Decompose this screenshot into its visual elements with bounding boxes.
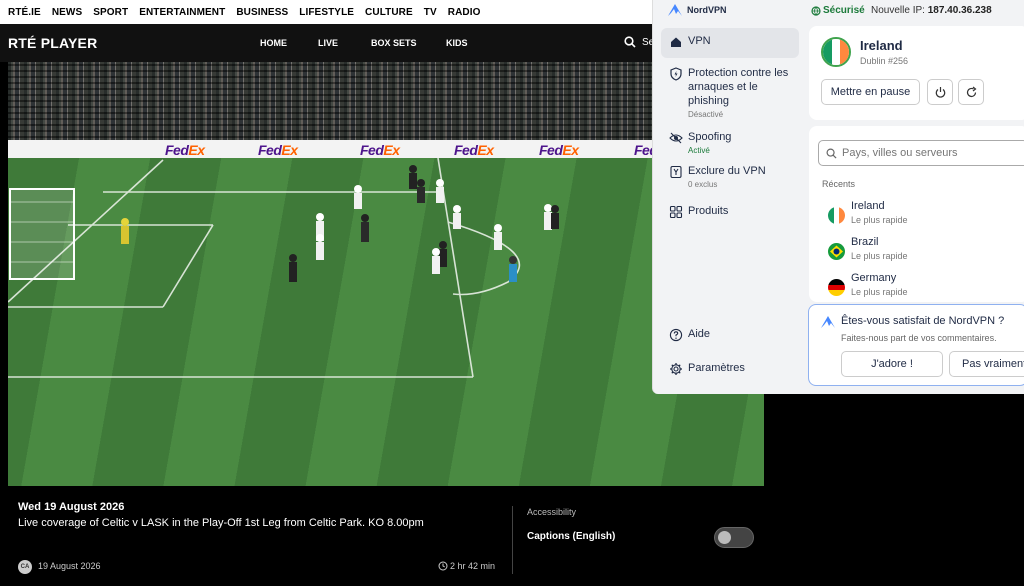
brazil-flag-icon bbox=[828, 243, 845, 260]
rte-player-logo[interactable]: RTÉ PLAYER bbox=[8, 35, 97, 51]
site-nav-lifestyle[interactable]: LIFESTYLE bbox=[299, 7, 354, 18]
site-nav-radio[interactable]: RADIO bbox=[448, 7, 481, 18]
site-nav-sport[interactable]: SPORT bbox=[93, 7, 128, 18]
aired-date: 19 August 2026 bbox=[38, 561, 101, 571]
recent-item-germany[interactable]: Germany Le plus rapide bbox=[828, 271, 1018, 301]
screen: RTÉ.IE NEWS SPORT ENTERTAINMENT BUSINESS… bbox=[0, 0, 1024, 586]
sidebar-item-help[interactable]: Aide bbox=[661, 321, 799, 347]
logo-rte: RTÉ bbox=[8, 35, 37, 51]
new-ip-value: 187.40.36.238 bbox=[927, 5, 992, 16]
site-nav-tv[interactable]: TV bbox=[424, 7, 437, 18]
site-nav-news[interactable]: NEWS bbox=[52, 7, 82, 18]
love-it-button[interactable]: J'adore ! bbox=[841, 351, 943, 377]
players bbox=[121, 165, 559, 282]
recents-heading: Récents bbox=[822, 179, 856, 189]
power-icon bbox=[935, 86, 945, 98]
nav-box-sets[interactable]: BOX SETS bbox=[371, 38, 417, 48]
shield-bolt-icon bbox=[670, 67, 682, 81]
recent-item-ireland[interactable]: Ireland Le plus rapide bbox=[828, 199, 1018, 229]
site-nav-business[interactable]: BUSINESS bbox=[236, 7, 288, 18]
recent-sub: Le plus rapide bbox=[851, 215, 908, 225]
not-really-button[interactable]: Pas vraiment bbox=[949, 351, 1024, 377]
player-search[interactable]: Se bbox=[624, 36, 654, 48]
germany-flag-icon bbox=[828, 279, 845, 296]
nav-live[interactable]: LIVE bbox=[318, 38, 338, 48]
nordvpn-mountain-icon bbox=[668, 4, 682, 16]
search-icon bbox=[624, 36, 636, 48]
programme-date: Wed 19 August 2026 bbox=[18, 501, 125, 513]
recent-sub: Le plus rapide bbox=[851, 251, 908, 261]
eye-off-icon bbox=[669, 132, 683, 144]
video-player[interactable]: FedEx FedEx FedEx FedEx FedEx FedEx bbox=[8, 62, 764, 486]
feedback-subtitle: Faites-nous part de vos commentaires. bbox=[841, 333, 997, 343]
feedback-title: Êtes-vous satisfait de NordVPN ? bbox=[841, 315, 1005, 327]
pause-button[interactable]: Mettre en pause bbox=[821, 79, 920, 105]
captions-toggle[interactable] bbox=[714, 527, 754, 548]
recent-country: Germany bbox=[851, 272, 897, 284]
connected-country: Ireland bbox=[860, 38, 903, 53]
sidebar-item-spoofing[interactable]: Spoofing Activé bbox=[661, 124, 799, 156]
gear-icon bbox=[670, 363, 682, 375]
divider bbox=[512, 506, 513, 574]
channel-avatar: CA bbox=[18, 560, 32, 574]
site-nav: RTÉ.IE NEWS SPORT ENTERTAINMENT BUSINESS… bbox=[0, 0, 652, 24]
sidebar-item-threat-protection[interactable]: Protection contre les arnaques et le phi… bbox=[661, 60, 799, 122]
pitch-markings bbox=[8, 157, 559, 378]
nordvpn-logo: NordVPN bbox=[667, 3, 727, 17]
sidebar-item-settings[interactable]: Paramètres bbox=[661, 355, 799, 381]
server-search-input[interactable] bbox=[842, 147, 1012, 159]
programme-description: Live coverage of Celtic v LASK in the Pl… bbox=[18, 517, 424, 529]
site-nav-entertainment[interactable]: ENTERTAINMENT bbox=[139, 7, 225, 18]
grid-icon bbox=[669, 205, 683, 219]
logo-player: PLAYER bbox=[40, 35, 98, 51]
duration-text: 2 hr 42 min bbox=[450, 561, 496, 571]
site-nav-culture[interactable]: CULTURE bbox=[365, 7, 413, 18]
ireland-flag-icon bbox=[828, 207, 845, 224]
nordvpn-mountain-icon bbox=[821, 316, 835, 328]
server-search[interactable] bbox=[818, 140, 1024, 166]
refresh-icon bbox=[966, 86, 976, 97]
recent-country: Ireland bbox=[851, 200, 885, 212]
player-header: RTÉ PLAYER HOME LIVE BOX SETS KIDS Se bbox=[0, 24, 654, 62]
split-tunnel-icon bbox=[670, 165, 682, 179]
site-nav-rte[interactable]: RTÉ.IE bbox=[8, 7, 41, 18]
sidebar-item-vpn[interactable]: VPN bbox=[661, 28, 799, 58]
disconnect-button[interactable] bbox=[927, 79, 953, 105]
secure-status: Sécurisé bbox=[811, 5, 865, 16]
clock-icon bbox=[438, 561, 448, 571]
new-ip-label: Nouvelle IP: bbox=[871, 5, 925, 16]
sidebar-item-products[interactable]: Produits bbox=[661, 198, 799, 224]
home-icon bbox=[671, 37, 681, 47]
connection-card: Ireland Dublin #256 Mettre en pause bbox=[809, 26, 1024, 120]
reconnect-button[interactable] bbox=[958, 79, 984, 105]
sidebar-item-split-tunneling[interactable]: Exclure du VPN 0 exclus bbox=[661, 158, 799, 190]
vpn-header: NordVPN Sécurisé Nouvelle IP: 187.40.36.… bbox=[653, 0, 1024, 22]
help-icon bbox=[669, 328, 683, 342]
recent-sub: Le plus rapide bbox=[851, 287, 908, 297]
captions-label: Captions (English) bbox=[527, 531, 616, 542]
programme-duration: 2 hr 42 min bbox=[438, 561, 495, 571]
new-ip: Nouvelle IP: 187.40.36.238 bbox=[871, 5, 992, 16]
feedback-card: Êtes-vous satisfait de NordVPN ? Faites-… bbox=[808, 304, 1024, 386]
globe-check-icon bbox=[811, 5, 821, 16]
nav-kids[interactable]: KIDS bbox=[446, 38, 468, 48]
connected-server: Dublin #256 bbox=[860, 56, 909, 66]
accessibility-label: Accessibility bbox=[527, 507, 577, 517]
recent-item-brazil[interactable]: Brazil Le plus rapide bbox=[828, 235, 1018, 265]
recent-country: Brazil bbox=[851, 236, 879, 248]
search-icon bbox=[826, 148, 837, 159]
goal bbox=[9, 188, 75, 280]
nav-home[interactable]: HOME bbox=[260, 38, 287, 48]
ireland-flag-icon bbox=[821, 37, 851, 67]
